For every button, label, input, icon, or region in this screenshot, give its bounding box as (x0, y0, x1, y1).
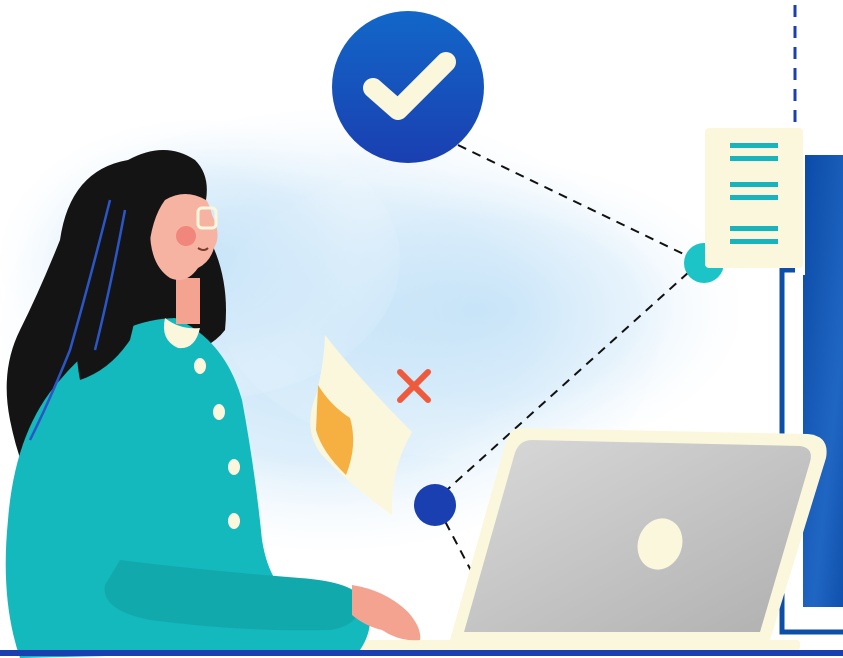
illustration-canvas (0, 0, 843, 658)
document-card (705, 128, 803, 268)
laptop-base (330, 640, 800, 650)
illustration (0, 5, 843, 658)
check-badge (332, 11, 484, 163)
floor-line (0, 650, 843, 656)
connector-node-blue (414, 484, 456, 526)
laptop-icon (450, 428, 827, 640)
